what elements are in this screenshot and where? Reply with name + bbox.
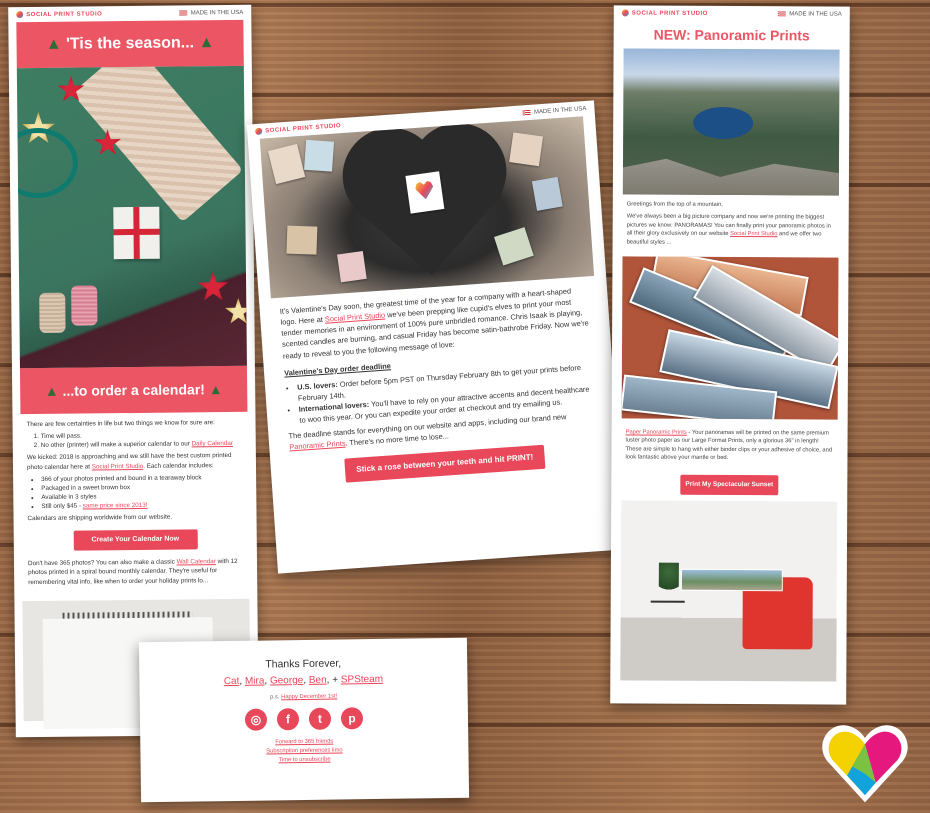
price-link[interactable]: same price since 2013! bbox=[83, 502, 148, 510]
panoramic-prints-link[interactable]: Panoramic Prints bbox=[289, 439, 346, 452]
thanks-heading: Thanks Forever, bbox=[265, 657, 342, 671]
us-flag-icon bbox=[179, 9, 188, 15]
print-rose-button[interactable]: Stick a rose between your teeth and hit … bbox=[344, 445, 546, 484]
name-link[interactable]: Cat bbox=[224, 676, 240, 687]
email-body: Greetings from the top of a mountain, We… bbox=[626, 201, 831, 246]
list-item: Still only $45 - same price since 2013! bbox=[41, 500, 242, 511]
instagram-icon[interactable]: ◎ bbox=[244, 708, 268, 731]
wall-calendar-link[interactable]: Wall Calendar bbox=[177, 558, 216, 565]
footer-links: Forward to 365 friends Subscription pref… bbox=[140, 736, 468, 768]
name-link[interactable]: Ben bbox=[309, 675, 327, 686]
gift-box-image bbox=[113, 206, 160, 260]
made-in-usa: MADE IN THE USA bbox=[789, 10, 842, 18]
list-item: No other (printer) will make a superior … bbox=[41, 439, 242, 450]
brand-header: SOCIAL PRINT STUDIO MADE IN THE USA bbox=[614, 5, 850, 21]
happy-december-link[interactable]: Happy December 1st! bbox=[281, 694, 337, 701]
facebook-icon[interactable]: f bbox=[276, 708, 300, 731]
tree-icon: ▲ bbox=[208, 381, 223, 398]
brand-logo-icon bbox=[16, 11, 24, 19]
tree-icon: ▲ bbox=[44, 382, 59, 400]
valentines-email: SOCIAL PRINT STUDIO MADE IN THE USA It's… bbox=[246, 100, 626, 574]
heart-logo-polaroid bbox=[405, 171, 445, 214]
mountain-lake-photo bbox=[622, 48, 840, 196]
season-title: ▲ 'Tis the season... ▲ bbox=[16, 19, 244, 69]
email-body: It's Valentine's Day soon, the greatest … bbox=[259, 275, 620, 496]
team-link[interactable]: SPSteam bbox=[341, 674, 383, 686]
pinterest-icon[interactable]: p bbox=[340, 707, 364, 730]
twitter-icon[interactable]: t bbox=[308, 707, 332, 730]
photo-heart-image bbox=[259, 116, 595, 299]
create-calendar-button[interactable]: Create Your Calendar Now bbox=[73, 529, 198, 551]
name-link[interactable]: Mira bbox=[245, 676, 265, 687]
heart-logo-icon bbox=[822, 725, 908, 803]
chair-panorama-photo bbox=[620, 500, 838, 682]
brand-logo-icon bbox=[254, 127, 263, 136]
brand-name: SOCIAL PRINT STUDIO bbox=[26, 11, 103, 19]
us-flag-icon bbox=[522, 109, 532, 115]
email-body: There are few certainties in life but tw… bbox=[12, 412, 257, 593]
name-link[interactable]: George bbox=[270, 675, 304, 686]
panoramic-title: NEW: Panoramic Prints bbox=[653, 26, 810, 44]
paper-panoramic-link[interactable]: Paper Panoramic Prints bbox=[626, 429, 687, 435]
order-calendar-banner: ▲ ...to order a calendar! ▲ bbox=[19, 365, 248, 415]
brand-name: SOCIAL PRINT STUDIO bbox=[265, 123, 342, 135]
gift-wrap-photo bbox=[16, 65, 247, 369]
print-sunset-button[interactable]: Print My Spectacular Sunset bbox=[680, 474, 779, 495]
social-print-studio-link[interactable]: Social Print Studio bbox=[730, 231, 777, 237]
daily-calendar-link[interactable]: Daily Calendar bbox=[192, 440, 233, 447]
thanks-email-footer: Thanks Forever, Cat, Mira, George, Ben, … bbox=[138, 637, 470, 803]
christmas-calendar-email: SOCIAL PRINT STUDIO MADE IN THE USA ▲ 'T… bbox=[8, 4, 259, 738]
brand-name: SOCIAL PRINT STUDIO bbox=[631, 10, 708, 17]
panoramic-prints-photo bbox=[621, 256, 839, 420]
tree-icon: ▲ bbox=[45, 35, 62, 53]
tree-icon: ▲ bbox=[198, 34, 215, 52]
ps-line: p.s. Happy December 1st! bbox=[270, 693, 338, 701]
social-icons: ◎ f t p bbox=[140, 706, 468, 733]
made-in-usa: MADE IN THE USA bbox=[533, 105, 587, 116]
social-print-studio-link[interactable]: Social Print Studio bbox=[92, 462, 144, 470]
brand-logo-icon bbox=[621, 9, 629, 17]
signature-names: Cat, Mira, George, Ben, + SPSteam bbox=[223, 673, 384, 688]
made-in-usa: MADE IN THE USA bbox=[190, 9, 244, 16]
us-flag-icon bbox=[778, 10, 787, 16]
panoramic-prints-email: SOCIAL PRINT STUDIO MADE IN THE USA NEW:… bbox=[610, 5, 850, 705]
